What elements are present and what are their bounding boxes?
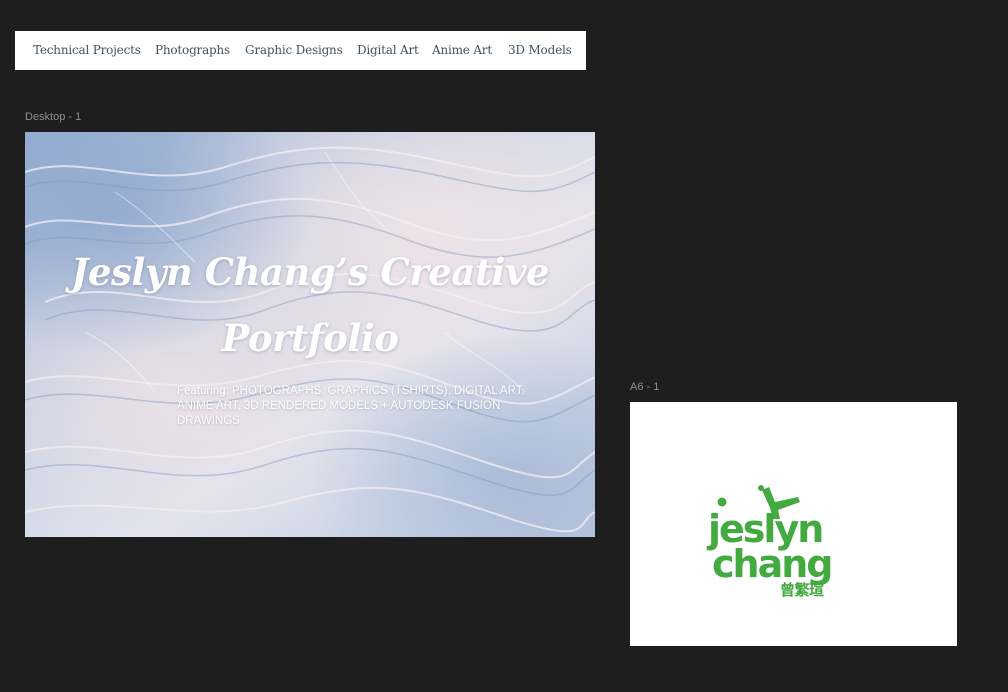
frame-label-desktop[interactable]: Desktop - 1 [25, 111, 81, 123]
desktop-frame[interactable]: Jeslyn Chang’s Creative Portfolio Featur… [25, 132, 595, 537]
frame-label-a6[interactable]: A6 - 1 [630, 381, 659, 393]
hero-title-line-2: Portfolio [221, 316, 399, 360]
nav-bar: Technical Projects Photographs Graphic D… [15, 31, 586, 70]
a6-frame[interactable]: jeslyn chang 曾繁瑄 [630, 402, 957, 646]
nav-link-photographs[interactable]: Photographs [155, 43, 230, 57]
nav-link-graphic-designs[interactable]: Graphic Designs [245, 43, 343, 57]
svg-text:chang: chang [712, 542, 831, 586]
hero-subtitle: Featuring: PHOTOGRAPHS, GRAPHICS (TSHIRT… [177, 385, 525, 427]
jeslyn-chang-logo: jeslyn chang 曾繁瑄 [706, 485, 833, 599]
nav-link-digital-art[interactable]: Digital Art [357, 43, 419, 57]
nav-link-anime-art[interactable]: Anime Art [432, 43, 492, 57]
svg-text:曾繁瑄: 曾繁瑄 [780, 581, 824, 599]
nav-link-technical-projects[interactable]: Technical Projects [33, 43, 141, 57]
nav-link-3d-models[interactable]: 3D Models [508, 43, 572, 57]
hero-title-line-1: Jeslyn Chang’s Creative [70, 250, 550, 294]
